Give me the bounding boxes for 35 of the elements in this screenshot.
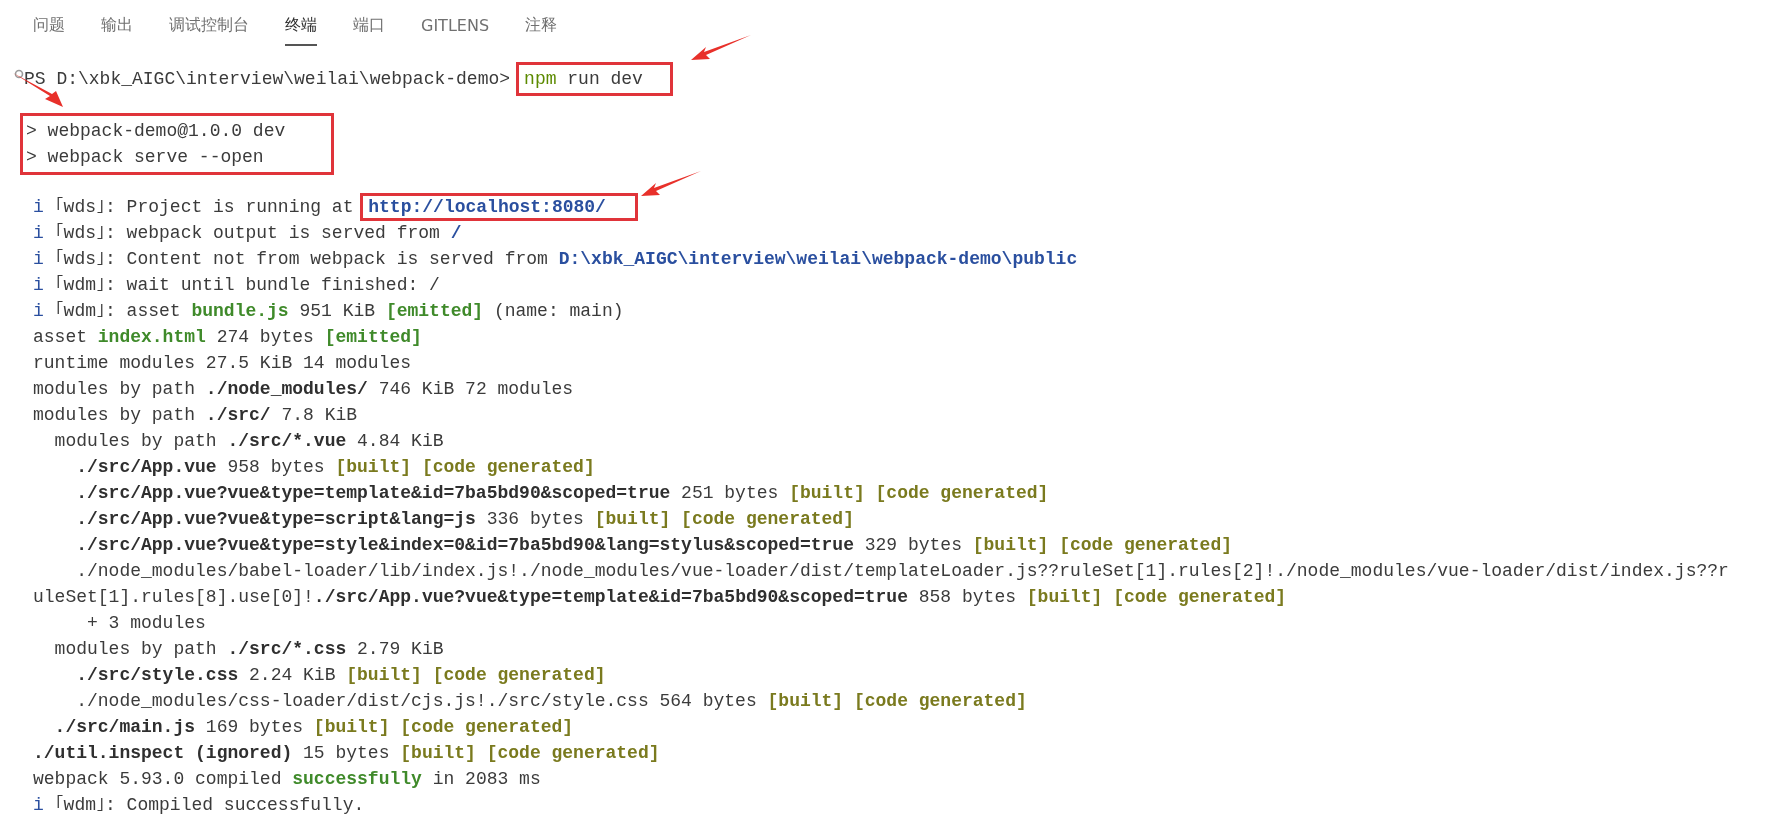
panel-tab[interactable]: 问题 (33, 12, 65, 46)
terminal-line: ./src/App.vue?vue&type=style&index=0&id=7ba5bd90&lang=stylus&scoped=true 329 bytes [built] [code generated] (75, 534, 1233, 557)
terminal-line: > webpack-demo@1.0.0 dev (26, 120, 286, 143)
command-decoration-icon[interactable] (14, 69, 24, 79)
terminal-line: ./node_modules/babel-loader/lib/index.js!./node_modules/vue-loader/dist/templateLoader.js??ruleSet[1].rules[2]!./node_modules/vue-loader/dist/index.js??r (75, 560, 1730, 583)
terminal-line: modules by path ./src/*.css 2.79 KiB (53, 638, 445, 661)
terminal-line: ./util.inspect (ignored) 15 bytes [built] [code generated] (33, 742, 661, 765)
terminal-line: ./src/App.vue?vue&type=template&id=7ba5bd90&scoped=true 251 bytes [built] [code generated] (75, 482, 1050, 505)
terminal-line: ./src/main.js 169 bytes [built] [code generated] (53, 716, 575, 739)
terminal-line: i ｢wdm｣: Compiled successfully. (33, 794, 366, 817)
terminal-line: i ｢wdm｣: asset bundle.js 951 KiB [emitted] (name: main) (33, 300, 625, 323)
terminal-line: runtime modules 27.5 KiB 14 modules (33, 352, 413, 375)
terminal-line: i ｢wds｣: Project is running at http://localhost:8080/ (33, 194, 1767, 220)
panel-tab[interactable]: GITLENS (421, 12, 490, 46)
panel-tab[interactable]: 注释 (525, 12, 558, 46)
terminal-line: webpack 5.93.0 compiled successfully in 2083 ms (33, 768, 542, 791)
terminal-line: ./src/style.css 2.24 KiB [built] [code generated] (75, 664, 607, 687)
terminal-line: i ｢wdm｣: wait until bundle finished: / (33, 274, 441, 297)
panel-tab[interactable]: 调试控制台 (169, 12, 249, 46)
terminal-line: > webpack serve --open (26, 146, 265, 169)
panel-tab[interactable]: 终端 (285, 12, 317, 46)
terminal-line: ./src/App.vue?vue&type=script&lang=js 336 bytes [built] [code generated] (75, 508, 855, 531)
terminal-line: modules by path ./src/ 7.8 KiB (33, 404, 359, 427)
terminal-line: i ｢wds｣: webpack output is served from / (33, 222, 463, 245)
terminal-line: modules by path ./src/*.vue 4.84 KiB (53, 430, 445, 453)
prompt-path: PS D:\xbk_AIGC\interview\weilai\webpack-demo> (24, 68, 511, 91)
panel-tab[interactable]: 输出 (101, 12, 133, 46)
terminal-line: modules by path ./node_modules/ 746 KiB 72 modules (33, 378, 575, 401)
terminal-line: ./node_modules/css-loader/dist/cjs.js!./src/style.css 564 bytes [built] [code generated] (75, 690, 1028, 713)
terminal-line: + 3 modules (86, 612, 207, 635)
panel-tab[interactable]: 端口 (353, 12, 385, 46)
terminal-line: uleSet[1].rules[8].use[0]!./src/App.vue?vue&type=template&id=7ba5bd90&scoped=true 858 bytes [built] [code generated] (33, 586, 1288, 609)
terminal-line: i ｢wds｣: Content not from webpack is served from D:\xbk_AIGC\interview\weilai\webpack-demo\public (33, 248, 1079, 271)
terminal-line: ./src/App.vue 958 bytes [built] [code generated] (75, 456, 596, 479)
terminal-line: asset index.html 274 bytes [emitted] (33, 326, 423, 349)
